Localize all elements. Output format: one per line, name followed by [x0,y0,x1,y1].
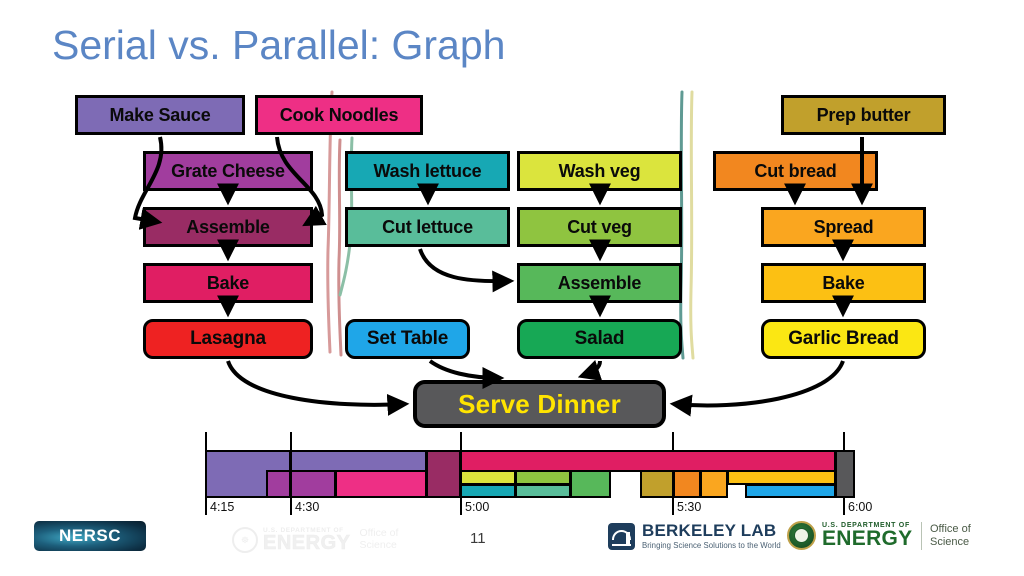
doe-office-text: Office of Science [930,523,971,548]
gantt-tick-label: 5:00 [465,500,490,514]
gantt-label-stem [672,497,674,515]
gantt-label-stem [290,497,292,515]
gantt-label-stem [460,497,462,515]
gantt-segment-set-table [745,484,836,498]
gantt-segment-wash-veg [460,470,516,485]
doe-watermark-energy: ENERGY [263,532,351,554]
gantt-label-stem [843,497,845,515]
gantt-tick [843,432,845,452]
doe-watermark-seal-icon: ☸ [232,527,258,553]
gantt-segment-make-sauce-b [290,450,427,472]
nersc-logo-text: NERSC [58,526,121,545]
gantt-tick [205,432,207,452]
gantt-tick [672,432,674,452]
page-number: 11 [470,530,486,547]
slide-canvas: Serial vs. Parallel: Graph Make Sauce Gr… [0,0,1024,576]
gantt-segment-cut-bread [673,470,701,498]
gantt-segment-prep-butter [640,470,674,498]
gantt-segment-cut-lettuce [515,484,571,498]
doe-office-line2: Science [930,535,970,548]
doe-watermark-logo: ☸ U.S. DEPARTMENT OF ENERGY Office of Sc… [232,527,398,553]
doe-energy-text: ENERGY [822,527,913,551]
gantt-timeline: 4:15 4:30 5:00 5:30 6:00 [0,0,1024,576]
gantt-segment-spread [700,470,728,498]
gantt-tick-label: 4:30 [295,500,320,514]
nersc-logo-plate: NERSC [34,521,146,551]
doe-watermark-office-line2: Science [359,539,397,551]
gantt-segment-grate-cheese-b [290,470,336,498]
doe-office-line1: Office of [930,522,971,535]
gantt-tick-label: 4:15 [210,500,235,514]
gantt-segment-bake-lasagna [460,450,836,472]
gantt-segment-serve-dinner [835,450,855,498]
gantt-segment-assemble-lasagna [426,450,461,498]
gantt-label-stem [205,497,207,515]
berkeley-lab-tagline: Bringing Science Solutions to the World [642,541,781,550]
berkeley-lab-name: BERKELEY LAB [642,521,777,540]
gantt-tick-label: 6:00 [848,500,873,514]
gantt-segment-cut-veg [515,470,571,485]
gantt-segment-wash-lettuce [460,484,516,498]
doe-divider [920,521,922,550]
gantt-tick-label: 5:30 [677,500,702,514]
doe-logo: U.S. DEPARTMENT OF ENERGY Office of Scie… [787,521,971,550]
gantt-tick [460,432,462,452]
doe-watermark-office: Office of Science [359,527,398,552]
gantt-segment-assemble-salad [570,470,611,498]
berkeley-lab-logo: BERKELEY LAB Bringing Science Solutions … [608,522,781,550]
doe-seal-icon [787,521,816,550]
gantt-segment-grate-cheese-a [266,470,291,498]
gantt-segment-bake-bread [727,470,836,485]
gantt-tick [290,432,292,452]
nersc-logo: NERSC [34,521,146,551]
gantt-segment-cook-noodles [335,470,427,498]
berkeley-lab-mark-icon [608,522,635,550]
